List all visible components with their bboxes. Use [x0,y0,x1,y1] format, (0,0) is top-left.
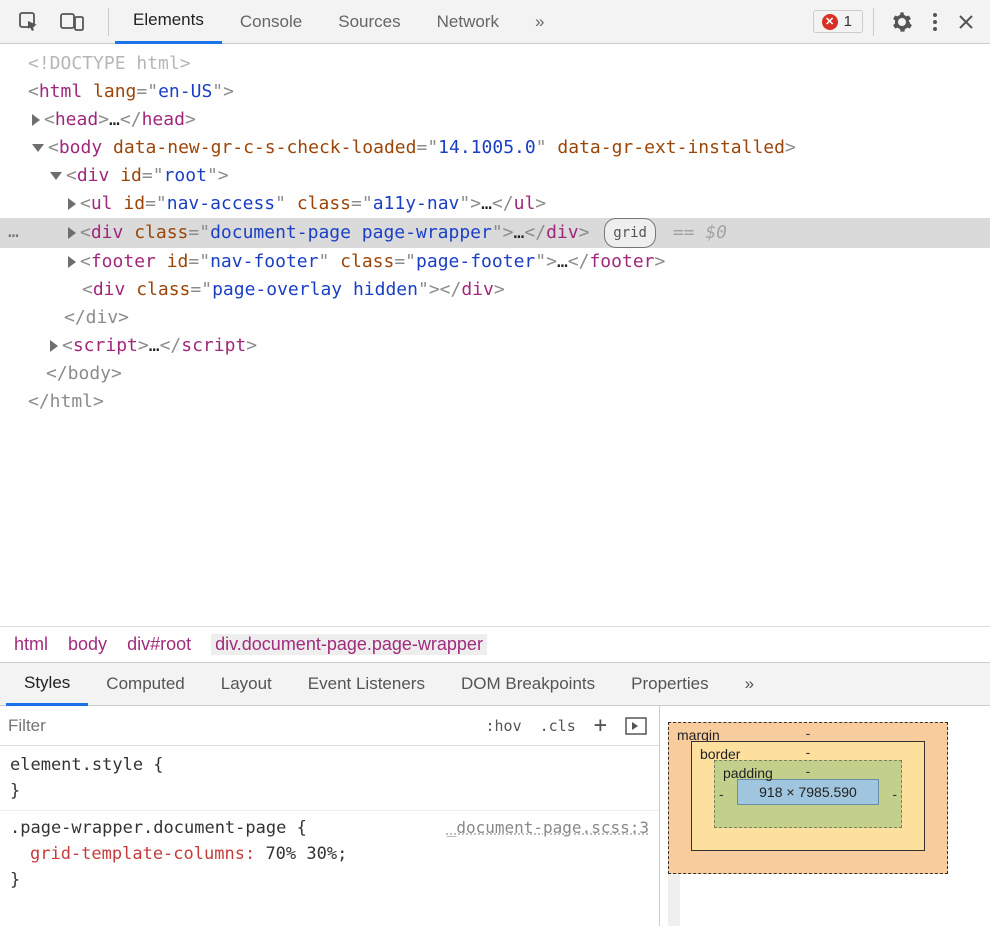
collapse-icon[interactable] [32,144,44,152]
breadcrumb-item-selected[interactable]: div.document-page.page-wrapper [211,634,487,655]
box-model-border[interactable]: border - padding - - - 918 × 7985.590 [691,741,925,851]
close-icon[interactable] [950,10,982,34]
dom-node-root[interactable]: <div id="root"> [0,162,990,190]
styles-content[interactable]: element.style { } .page-wrapper.document… [0,746,659,899]
breadcrumb: html body div#root div.document-page.pag… [0,626,990,662]
expand-icon[interactable] [68,227,76,239]
error-count: 1 [844,13,852,30]
device-toggle-icon[interactable] [52,7,92,37]
breadcrumb-item[interactable]: body [68,634,107,655]
console-ref: == $0 [673,222,727,243]
css-prop-value[interactable]: 70% 30%; [265,844,347,864]
grid-badge[interactable]: grid [604,218,656,248]
add-rule-icon[interactable]: + [590,713,611,738]
ltab-computed[interactable]: Computed [88,662,202,706]
ltab-event-listeners[interactable]: Event Listeners [290,662,443,706]
styles-pane: :hov .cls + element.style { } .page-wrap… [0,706,660,926]
lower-body: :hov .cls + element.style { } .page-wrap… [0,706,990,926]
box-model-margin[interactable]: margin - border - padding - - - 918 × 79… [668,722,948,874]
expand-icon[interactable] [68,198,76,210]
settings-icon[interactable] [884,8,920,36]
error-icon: ✕ [822,14,838,30]
expand-icon[interactable] [50,340,58,352]
filter-input[interactable] [8,716,482,736]
dom-node-body[interactable]: <body data-new-gr-c-s-check-loaded="14.1… [0,134,990,162]
inspect-element-icon[interactable] [10,7,48,37]
gutter-ellipsis-icon[interactable]: … [8,218,19,246]
styles-tabs: Styles Computed Layout Event Listeners D… [0,662,990,706]
dom-node-body-close[interactable]: </body> [0,360,990,388]
rule-source-link[interactable]: _document-page.scss:3 [447,815,649,841]
ltab-styles[interactable]: Styles [6,662,88,706]
tab-elements[interactable]: Elements [115,0,222,44]
dom-node-nav-ul[interactable]: <ul id="nav-access" class="a11y-nav">…</… [0,190,990,218]
cls-toggle[interactable]: .cls [536,717,580,735]
dom-node-overlay[interactable]: <div class="page-overlay hidden"></div> [0,276,990,304]
css-prop-name[interactable]: grid-template-columns: [30,844,255,864]
filter-row: :hov .cls + [0,706,659,746]
dom-node-root-close[interactable]: </div> [0,304,990,332]
breadcrumb-item[interactable]: html [14,634,48,655]
kebab-menu-icon[interactable] [924,8,946,36]
dom-node-selected[interactable]: … <div class="document-page page-wrapper… [0,218,990,248]
dom-node-html-close[interactable]: </html> [0,388,990,416]
box-model-pane: margin - border - padding - - - 918 × 79… [660,706,990,926]
ltab-layout[interactable]: Layout [203,662,290,706]
doctype: <!DOCTYPE html> [28,53,191,74]
rule-selector: .page-wrapper.document-page { [10,818,307,838]
devtools-toolbar: Elements Console Sources Network » ✕ 1 [0,0,990,44]
ltab-dom-breakpoints[interactable]: DOM Breakpoints [443,662,613,706]
collapse-icon[interactable] [50,172,62,180]
expand-icon[interactable] [68,256,76,268]
dom-node-footer[interactable]: <footer id="nav-footer" class="page-foot… [0,248,990,276]
tab-console[interactable]: Console [222,0,320,44]
dom-node-head[interactable]: <head>…</head> [0,106,990,134]
dom-tree[interactable]: <!DOCTYPE html> <html lang="en-US"> <hea… [0,44,990,626]
main-tabs: Elements Console Sources Network » [115,0,805,44]
hov-toggle[interactable]: :hov [482,717,526,735]
tab-sources[interactable]: Sources [320,0,418,44]
dom-node-script[interactable]: <script>…</script> [0,332,990,360]
error-badge[interactable]: ✕ 1 [813,10,863,33]
box-model-padding[interactable]: padding - - - 918 × 7985.590 [714,760,902,828]
box-model-content[interactable]: 918 × 7985.590 [737,779,879,805]
tab-network[interactable]: Network [419,0,517,44]
expand-icon[interactable] [32,114,40,126]
ltab-more[interactable]: » [727,662,772,706]
breadcrumb-item[interactable]: div#root [127,634,191,655]
dom-node-html[interactable]: <html lang="en-US"> [0,78,990,106]
ltab-properties[interactable]: Properties [613,662,726,706]
element-style-selector: element.style { [10,755,164,775]
tab-more[interactable]: » [517,0,562,44]
toggle-pane-icon[interactable] [621,717,651,735]
